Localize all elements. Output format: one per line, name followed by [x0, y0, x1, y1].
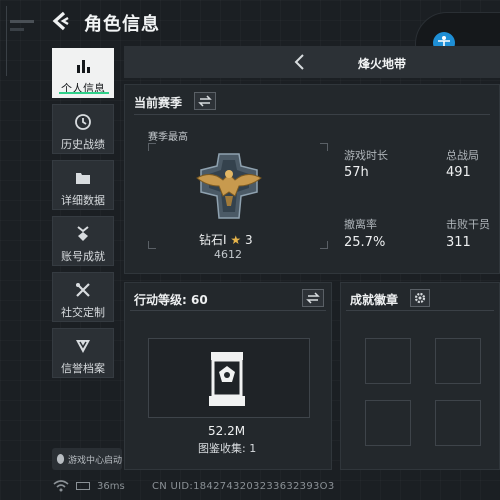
rank-name: 钻石I — [199, 233, 227, 247]
gear-icon — [414, 292, 426, 304]
stat-label-operators-defeated: 击败干员 — [446, 218, 490, 231]
mode-prev-button[interactable] — [292, 53, 308, 71]
bracket-decoration — [320, 143, 328, 151]
stat-label-playtime: 游戏时长 — [344, 149, 388, 162]
badges-title: 成就徽章 — [350, 293, 399, 307]
status-bar: 36ms CN UID:1842743203233632393O3 — [52, 478, 500, 498]
bracket-decoration — [320, 241, 328, 249]
back-arrow-icon — [52, 11, 69, 31]
badges-settings-button[interactable] — [410, 289, 430, 307]
wifi-icon — [53, 480, 69, 492]
page-title: 角色信息 — [84, 14, 160, 35]
battery-icon — [76, 482, 90, 490]
star-icon: ★ — [230, 233, 242, 247]
game-center-launch-button[interactable]: 游戏中心启动 — [52, 448, 122, 470]
stat-label-extraction-rate: 撤离率 — [344, 218, 377, 231]
badge-slot[interactable] — [435, 338, 481, 384]
back-button[interactable] — [50, 10, 72, 32]
sidebar-item-profile[interactable]: 个人信息 — [52, 48, 114, 98]
active-indicator — [59, 92, 109, 94]
sidebar-item-history[interactable]: 历史战绩 — [52, 104, 114, 154]
stat-value-total-matches: 491 — [446, 165, 471, 180]
tools-icon — [73, 280, 93, 300]
badge-slot[interactable] — [435, 400, 481, 446]
mode-bar: 烽火地带 — [124, 46, 500, 78]
stat-value-playtime: 57h — [344, 165, 369, 180]
clock-icon — [73, 112, 93, 132]
launch-label: 游戏中心启动 — [67, 455, 122, 466]
folder-icon — [73, 168, 93, 188]
swap-icon — [198, 95, 212, 107]
rank-line: 钻石I ★ 3 — [199, 231, 253, 248]
mode-name: 烽火地带 — [358, 57, 407, 71]
collection-count: 图鉴收集: 1 — [198, 442, 257, 455]
sidebar-item-reputation[interactable]: 信誉档案 — [52, 328, 114, 378]
rank-stars: 3 — [244, 233, 253, 247]
season-best-label: 赛季最高 — [148, 132, 188, 143]
badge-slot[interactable] — [365, 338, 411, 384]
rank-score: 4612 — [214, 248, 242, 261]
ping-value: 36ms — [97, 481, 125, 492]
sidebar-item-label: 社交定制 — [61, 306, 105, 319]
rank-emblem-icon — [196, 153, 262, 219]
action-level-title: 行动等级: 60 — [134, 293, 208, 307]
penguin-icon — [56, 454, 65, 464]
uid-text: CN UID:1842743203233632393O3 — [152, 481, 335, 492]
bar-chart-icon — [73, 56, 93, 76]
action-switch-button[interactable] — [302, 289, 324, 307]
divider — [130, 310, 326, 311]
stat-value-operators-defeated: 311 — [446, 235, 471, 250]
sidebar-item-label: 信誉档案 — [61, 362, 105, 375]
divider — [346, 310, 494, 311]
sidebar-item-achievements[interactable]: 账号成就 — [52, 216, 114, 266]
stat-value-extraction-rate: 25.7% — [344, 235, 386, 250]
swap-icon — [306, 292, 320, 304]
season-title: 当前赛季 — [134, 96, 183, 110]
sidebar-item-label: 详细数据 — [61, 194, 105, 207]
shield-icon — [73, 336, 93, 356]
sidebar-item-label: 账号成就 — [61, 250, 105, 263]
season-switch-button[interactable] — [194, 92, 216, 110]
action-value: 52.2M — [208, 424, 246, 438]
display-case-icon — [209, 352, 245, 406]
divider — [134, 114, 490, 115]
chevron-left-icon — [294, 54, 304, 70]
medal-icon — [73, 224, 93, 244]
badge-slot[interactable] — [365, 400, 411, 446]
sidebar-item-label: 历史战绩 — [61, 138, 105, 151]
stat-label-total-matches: 总战局 — [446, 149, 479, 162]
sidebar-item-social[interactable]: 社交定制 — [52, 272, 114, 322]
bracket-decoration — [148, 143, 156, 151]
sidebar-item-details[interactable]: 详细数据 — [52, 160, 114, 210]
bracket-decoration — [148, 241, 156, 249]
